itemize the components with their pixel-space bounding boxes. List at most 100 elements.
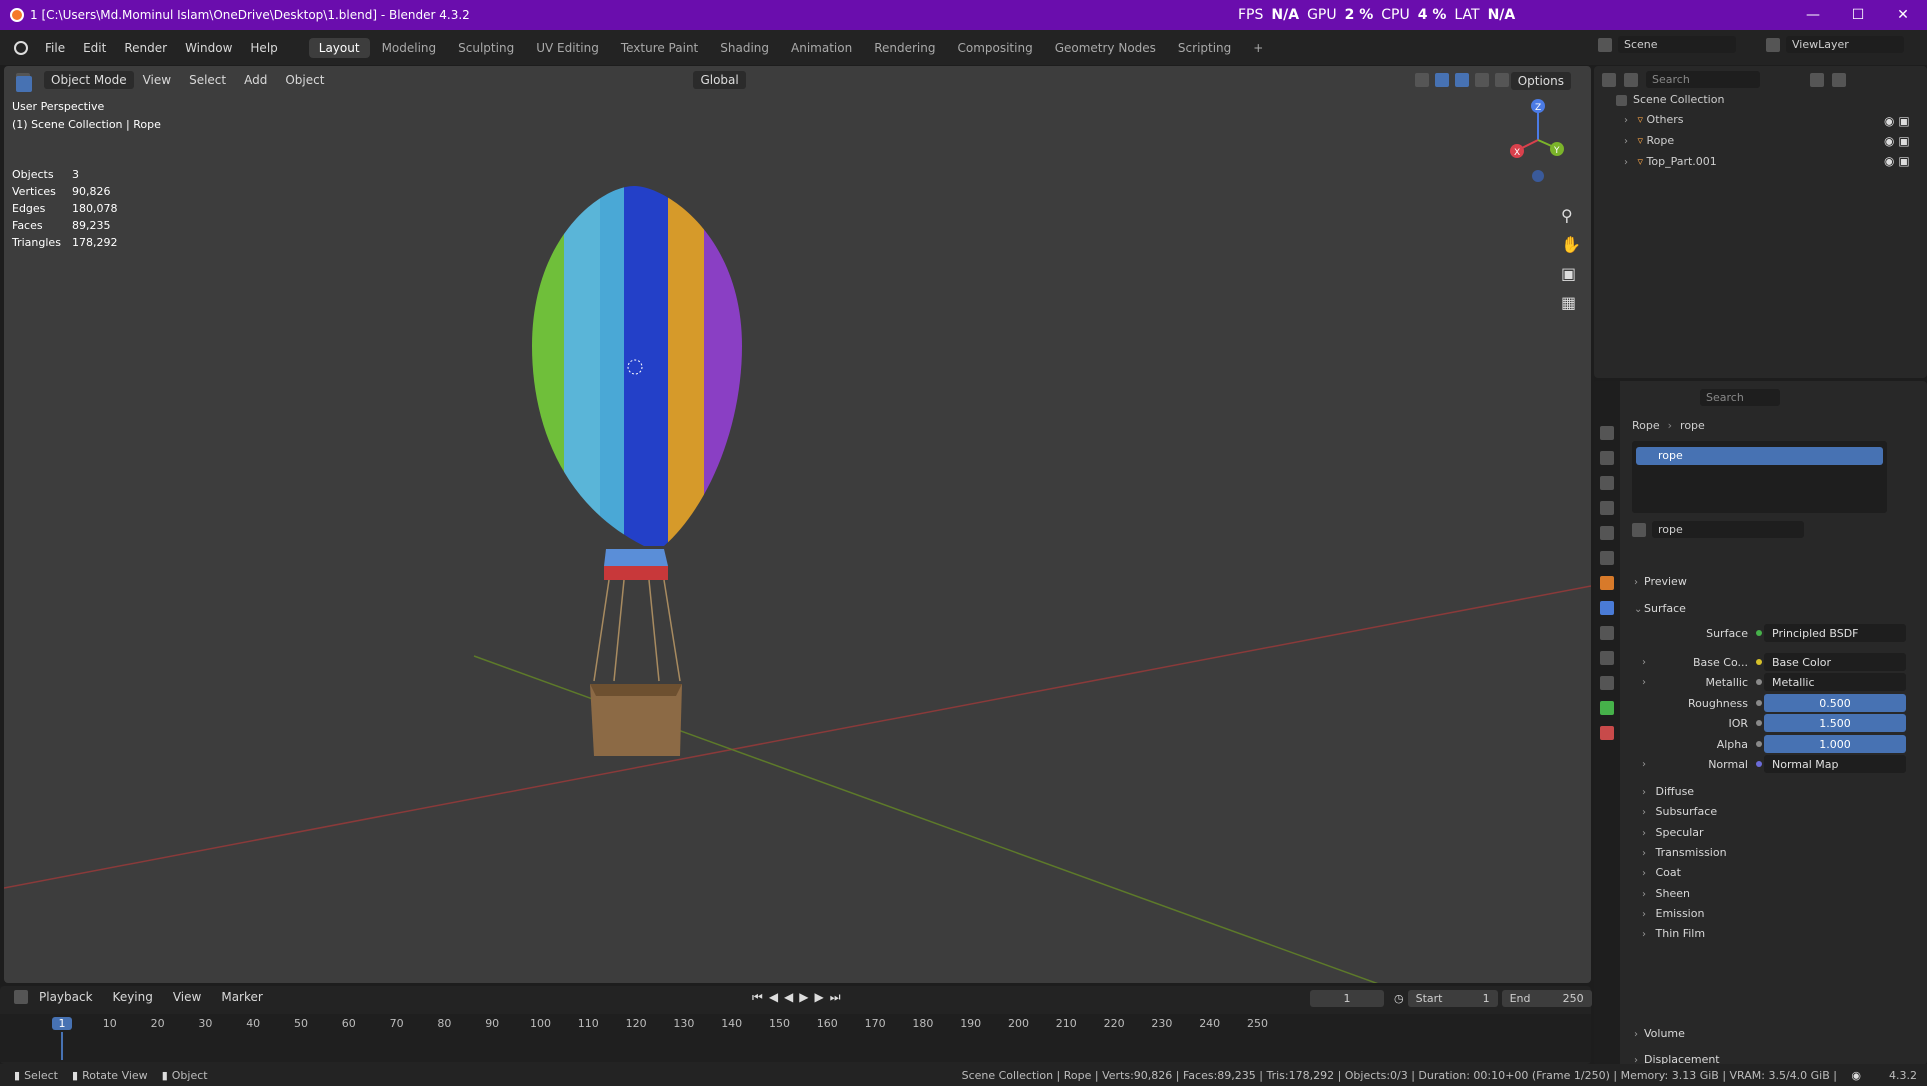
camera-icon[interactable]: ▣: [1898, 134, 1909, 148]
prop-value-field[interactable]: 0.500: [1764, 694, 1906, 712]
outliner-item-top-part[interactable]: › ▿ Top_Part.001: [1616, 152, 1724, 173]
section-preview[interactable]: › Preview: [1634, 575, 1687, 588]
modifier-tab-icon[interactable]: [1600, 601, 1614, 615]
eye-icon[interactable]: ◉: [1884, 154, 1894, 168]
timeline-menu-keying[interactable]: Keying: [104, 990, 162, 1004]
menu-edit[interactable]: Edit: [74, 41, 115, 55]
tab-shading[interactable]: Shading: [710, 38, 779, 58]
viewport-menu-select[interactable]: Select: [180, 73, 235, 87]
tab-animation[interactable]: Animation: [781, 38, 862, 58]
overlay-icon[interactable]: [1455, 72, 1469, 87]
view-layer-icon[interactable]: [1766, 37, 1780, 52]
socket-dot-icon[interactable]: [1756, 700, 1762, 706]
menu-help[interactable]: Help: [241, 41, 286, 55]
scene-collection-row[interactable]: Scene Collection: [1616, 90, 1724, 110]
tool-tab-icon[interactable]: [1600, 426, 1614, 440]
scene-selector[interactable]: Scene: [1618, 36, 1736, 53]
close-button[interactable]: ✕: [1880, 0, 1926, 30]
menu-file[interactable]: File: [36, 41, 74, 55]
navigation-gizmo[interactable]: Z X Y: [1504, 96, 1574, 206]
socket-dot-icon[interactable]: [1756, 761, 1762, 767]
play-icon[interactable]: ▶: [799, 990, 808, 1005]
subpanel-header[interactable]: › Thin Film: [1642, 927, 1705, 940]
subpanel-header[interactable]: › Subsurface: [1642, 805, 1717, 818]
viewport-menu-view[interactable]: View: [134, 73, 180, 87]
timeline-menu-playback[interactable]: Playback: [30, 990, 102, 1004]
timeline-ruler[interactable]: 1 10 20 30 40 50 60 70 80 90 100 110 120 130 140 150 160…: [0, 1014, 1591, 1062]
viewport-menu-add[interactable]: Add: [235, 73, 276, 87]
select-box-icon[interactable]: [16, 76, 32, 92]
add-workspace-button[interactable]: +: [1243, 38, 1273, 58]
filter-icon[interactable]: [1810, 72, 1824, 87]
outliner-item-others[interactable]: › ▿ Others: [1616, 110, 1724, 131]
prop-value-field[interactable]: Metallic: [1764, 673, 1906, 691]
maximize-button[interactable]: ☐: [1835, 0, 1881, 30]
object-mode-dropdown[interactable]: Object Mode: [44, 70, 134, 89]
material-name-field[interactable]: rope: [1652, 521, 1804, 538]
viewport-menu-object[interactable]: Object: [276, 73, 333, 87]
outliner-item-rope[interactable]: › ▿ Rope: [1616, 131, 1724, 152]
tab-compositing[interactable]: Compositing: [947, 38, 1042, 58]
pan-hand-icon[interactable]: ✋: [1561, 235, 1581, 254]
next-keyframe-icon[interactable]: ▶: [815, 990, 824, 1005]
tab-modeling[interactable]: Modeling: [372, 38, 447, 58]
subpanel-header[interactable]: › Sheen: [1642, 887, 1690, 900]
playhead[interactable]: [61, 1032, 63, 1060]
tab-geometry-nodes[interactable]: Geometry Nodes: [1045, 38, 1166, 58]
new-collection-icon[interactable]: [1832, 72, 1846, 87]
tab-texture-paint[interactable]: Texture Paint: [611, 38, 708, 58]
outliner-search-input[interactable]: Search: [1646, 71, 1760, 88]
timeline-menu-marker[interactable]: Marker: [212, 990, 271, 1004]
scene-icon[interactable]: [1598, 37, 1612, 52]
scene-tab-icon[interactable]: [1600, 526, 1614, 540]
wireframe-shading-icon[interactable]: [1495, 72, 1509, 87]
expand-icon[interactable]: ›: [1624, 132, 1634, 152]
blender-menu-icon[interactable]: [14, 40, 28, 55]
subpanel-header[interactable]: › Coat: [1642, 866, 1681, 879]
timeline-menu-view[interactable]: View: [164, 990, 210, 1004]
socket-dot-icon[interactable]: [1756, 659, 1762, 665]
object-tab-icon[interactable]: [1600, 576, 1614, 590]
subpanel-header[interactable]: › Transmission: [1642, 846, 1727, 859]
visibility-icon[interactable]: [1415, 72, 1429, 87]
gizmo-icon[interactable]: [1435, 72, 1449, 87]
tab-sculpting[interactable]: Sculpting: [448, 38, 524, 58]
subpanel-header[interactable]: › Emission: [1642, 907, 1704, 920]
socket-dot-icon[interactable]: [1756, 630, 1762, 636]
tab-scripting[interactable]: Scripting: [1168, 38, 1241, 58]
jump-end-icon[interactable]: ⏭: [830, 990, 841, 1005]
end-frame-field[interactable]: End 250: [1501, 990, 1592, 1007]
subpanel-header[interactable]: › Diffuse: [1642, 785, 1694, 798]
jump-start-icon[interactable]: ⏮: [752, 990, 763, 1005]
expand-icon[interactable]: ›: [1624, 111, 1634, 131]
3d-viewport[interactable]: Object Mode View Select Add Object Globa…: [4, 66, 1591, 983]
outliner-editor-icon[interactable]: [1602, 72, 1616, 87]
current-frame-field[interactable]: 1: [1310, 990, 1384, 1007]
start-frame-field[interactable]: Start 1: [1407, 990, 1498, 1007]
xray-icon[interactable]: [1475, 72, 1489, 87]
eye-icon[interactable]: ◉: [1884, 114, 1894, 128]
prop-value-field[interactable]: Principled BSDF: [1764, 624, 1906, 642]
subpanel-header[interactable]: › Specular: [1642, 826, 1704, 839]
prop-value-field[interactable]: 1.000: [1764, 735, 1906, 753]
minimize-button[interactable]: —: [1790, 0, 1836, 30]
zoom-icon[interactable]: ⚲: [1561, 206, 1581, 225]
prev-keyframe-icon[interactable]: ◀: [769, 990, 778, 1005]
view-layer-selector[interactable]: ViewLayer: [1786, 36, 1904, 53]
timeline-editor-icon[interactable]: [14, 990, 28, 1004]
socket-dot-icon[interactable]: [1756, 679, 1762, 685]
tab-rendering[interactable]: Rendering: [864, 38, 945, 58]
view-layer-tab-icon[interactable]: [1600, 501, 1614, 515]
transform-orientation-dropdown[interactable]: Global: [693, 70, 746, 89]
prop-value-field[interactable]: Normal Map: [1764, 755, 1906, 773]
prop-value-field[interactable]: Base Color: [1764, 653, 1906, 671]
properties-search-input[interactable]: Search: [1700, 389, 1780, 406]
output-tab-icon[interactable]: [1600, 476, 1614, 490]
socket-dot-icon[interactable]: [1756, 720, 1762, 726]
menu-render[interactable]: Render: [115, 41, 176, 55]
camera-icon[interactable]: ▣: [1898, 114, 1909, 128]
display-mode-icon[interactable]: [1624, 72, 1638, 87]
socket-dot-icon[interactable]: [1756, 741, 1762, 747]
options-dropdown[interactable]: Options: [1510, 72, 1571, 90]
ortho-grid-icon[interactable]: ▦: [1561, 293, 1581, 312]
